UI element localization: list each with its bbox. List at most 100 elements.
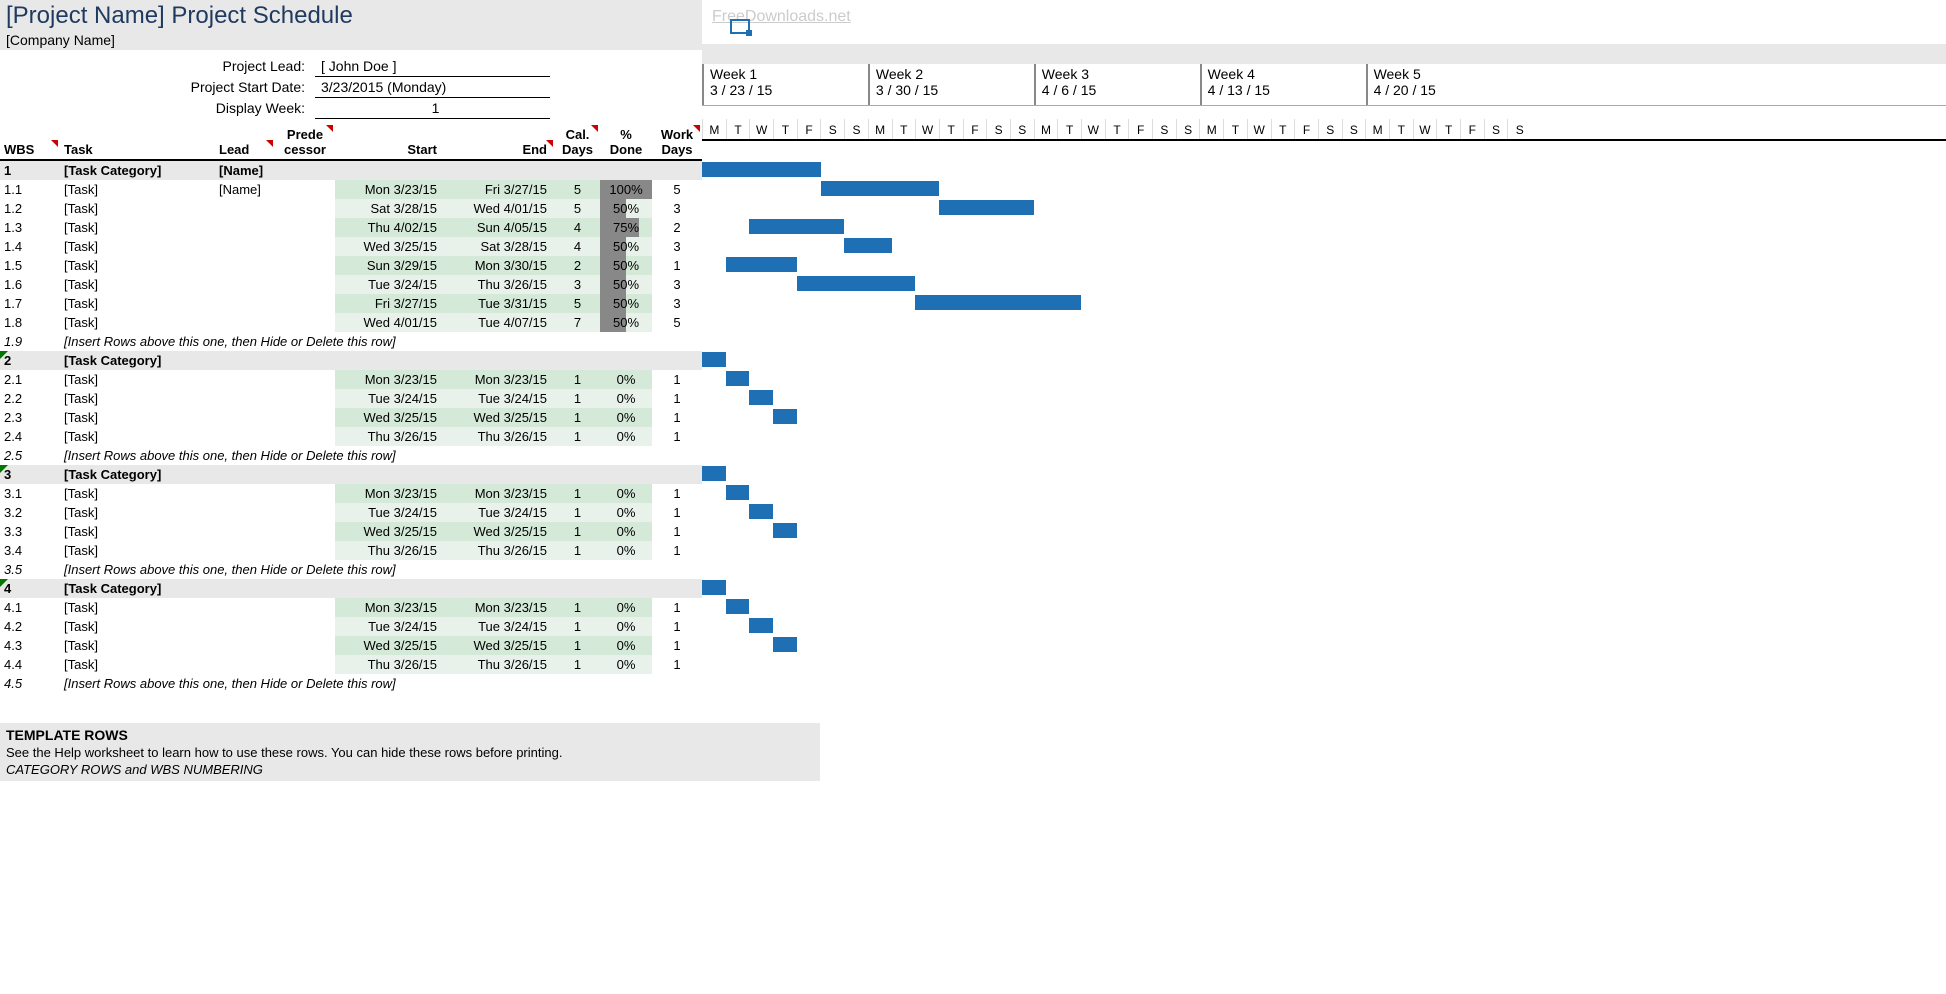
gantt-bar[interactable]: [939, 200, 1034, 215]
table-row[interactable]: 1.3[Task]Thu 4/02/15Sun 4/05/15475%2: [0, 218, 702, 237]
table-row[interactable]: 1.9[Insert Rows above this one, then Hid…: [0, 332, 702, 351]
project-title[interactable]: [Project Name] Project Schedule: [6, 2, 696, 30]
day-header[interactable]: M: [1365, 119, 1389, 139]
gantt-bar[interactable]: [749, 219, 844, 234]
day-header[interactable]: W: [1413, 119, 1437, 139]
gantt-bar[interactable]: [773, 523, 797, 538]
gantt-bar[interactable]: [702, 466, 726, 481]
day-header[interactable]: W: [1081, 119, 1105, 139]
col-pct-done[interactable]: %Done: [600, 125, 652, 159]
table-row[interactable]: 1.5[Task]Sun 3/29/15Mon 3/30/15250%1: [0, 256, 702, 275]
table-row[interactable]: 1.7[Task]Fri 3/27/15Tue 3/31/15550%3: [0, 294, 702, 313]
table-row[interactable]: 2[Task Category]: [0, 351, 702, 370]
table-row[interactable]: 4.4[Task]Thu 3/26/15Thu 3/26/1510%1: [0, 655, 702, 674]
week-header[interactable]: Week 13 / 23 / 15: [702, 64, 868, 105]
day-header[interactable]: S: [1176, 119, 1200, 139]
table-row[interactable]: 1.4[Task]Wed 3/25/15Sat 3/28/15450%3: [0, 237, 702, 256]
table-row[interactable]: 4.3[Task]Wed 3/25/15Wed 3/25/1510%1: [0, 636, 702, 655]
day-header[interactable]: F: [963, 119, 987, 139]
day-header[interactable]: S: [844, 119, 868, 139]
table-row[interactable]: 3.1[Task]Mon 3/23/15Mon 3/23/1510%1: [0, 484, 702, 503]
col-task[interactable]: Task: [60, 140, 215, 159]
gantt-bar[interactable]: [726, 599, 750, 614]
day-header[interactable]: W: [1247, 119, 1271, 139]
week-header[interactable]: Week 44 / 13 / 15: [1200, 64, 1366, 105]
week-header[interactable]: Week 23 / 30 / 15: [868, 64, 1034, 105]
day-header[interactable]: T: [1271, 119, 1295, 139]
col-wbs[interactable]: WBS: [0, 140, 60, 159]
day-header[interactable]: T: [1057, 119, 1081, 139]
table-row[interactable]: 4.5[Insert Rows above this one, then Hid…: [0, 674, 702, 693]
table-row[interactable]: 1.2[Task]Sat 3/28/15Wed 4/01/15550%3: [0, 199, 702, 218]
day-header[interactable]: S: [820, 119, 844, 139]
day-header[interactable]: T: [1105, 119, 1129, 139]
day-header[interactable]: M: [868, 119, 892, 139]
day-header[interactable]: F: [1294, 119, 1318, 139]
table-row[interactable]: 2.4[Task]Thu 3/26/15Thu 3/26/1510%1: [0, 427, 702, 446]
gantt-bar[interactable]: [702, 580, 726, 595]
day-header[interactable]: T: [726, 119, 750, 139]
table-row[interactable]: 1.6[Task]Tue 3/24/15Thu 3/26/15350%3: [0, 275, 702, 294]
gantt-bar[interactable]: [773, 409, 797, 424]
gantt-bar[interactable]: [726, 371, 750, 386]
col-start[interactable]: Start: [335, 140, 445, 159]
col-predecessor[interactable]: Predecessor: [275, 125, 335, 159]
day-header[interactable]: M: [1034, 119, 1058, 139]
table-row[interactable]: 2.3[Task]Wed 3/25/15Wed 3/25/1510%1: [0, 408, 702, 427]
table-row[interactable]: 4.2[Task]Tue 3/24/15Tue 3/24/1510%1: [0, 617, 702, 636]
table-row[interactable]: 1.8[Task]Wed 4/01/15Tue 4/07/15750%5: [0, 313, 702, 332]
gantt-bar[interactable]: [702, 352, 726, 367]
week-header[interactable]: Week 34 / 6 / 15: [1034, 64, 1200, 105]
gantt-bar[interactable]: [749, 504, 773, 519]
day-header[interactable]: S: [986, 119, 1010, 139]
table-row[interactable]: 1[Task Category][Name]: [0, 161, 702, 180]
lead-value[interactable]: [ John Doe ]: [315, 56, 550, 77]
gantt-bar[interactable]: [702, 162, 821, 177]
table-row[interactable]: 2.2[Task]Tue 3/24/15Tue 3/24/1510%1: [0, 389, 702, 408]
table-row[interactable]: 3.2[Task]Tue 3/24/15Tue 3/24/1510%1: [0, 503, 702, 522]
day-header[interactable]: M: [702, 119, 726, 139]
table-row[interactable]: 3.3[Task]Wed 3/25/15Wed 3/25/1510%1: [0, 522, 702, 541]
week-header[interactable]: Week 54 / 20 / 15: [1366, 64, 1532, 105]
table-row[interactable]: 2.1[Task]Mon 3/23/15Mon 3/23/1510%1: [0, 370, 702, 389]
gantt-bar[interactable]: [749, 618, 773, 633]
day-header[interactable]: T: [939, 119, 963, 139]
gantt-bar[interactable]: [726, 257, 797, 272]
start-date-value[interactable]: 3/23/2015 (Monday): [315, 77, 550, 98]
col-work-days[interactable]: WorkDays: [652, 125, 702, 159]
gantt-bar[interactable]: [773, 637, 797, 652]
day-header[interactable]: T: [892, 119, 916, 139]
col-lead[interactable]: Lead: [215, 140, 275, 159]
day-header[interactable]: S: [1152, 119, 1176, 139]
table-row[interactable]: 4.1[Task]Mon 3/23/15Mon 3/23/1510%1: [0, 598, 702, 617]
table-row[interactable]: 1.1[Task][Name]Mon 3/23/15Fri 3/27/15510…: [0, 180, 702, 199]
day-header[interactable]: S: [1318, 119, 1342, 139]
day-header[interactable]: S: [1342, 119, 1366, 139]
table-row[interactable]: 3[Task Category]: [0, 465, 702, 484]
day-header[interactable]: W: [915, 119, 939, 139]
day-header[interactable]: T: [773, 119, 797, 139]
table-row[interactable]: 4[Task Category]: [0, 579, 702, 598]
day-header[interactable]: S: [1507, 119, 1531, 139]
table-row[interactable]: 2.5[Insert Rows above this one, then Hid…: [0, 446, 702, 465]
day-header[interactable]: S: [1484, 119, 1508, 139]
day-header[interactable]: T: [1223, 119, 1247, 139]
gantt-bar[interactable]: [915, 295, 1081, 310]
day-header[interactable]: W: [749, 119, 773, 139]
col-end[interactable]: End: [445, 140, 555, 159]
gantt-bar[interactable]: [797, 276, 916, 291]
day-header[interactable]: F: [1460, 119, 1484, 139]
day-header[interactable]: F: [797, 119, 821, 139]
display-week-value[interactable]: 1: [315, 98, 550, 119]
day-header[interactable]: T: [1436, 119, 1460, 139]
col-cal-days[interactable]: Cal.Days: [555, 125, 600, 159]
gantt-bar[interactable]: [726, 485, 750, 500]
gantt-bar[interactable]: [749, 390, 773, 405]
gantt-bar[interactable]: [844, 238, 891, 253]
date-marker-icon[interactable]: [730, 19, 750, 34]
watermark-link[interactable]: FreeDownloads.net: [702, 8, 1946, 26]
day-header[interactable]: M: [1199, 119, 1223, 139]
table-row[interactable]: 3.4[Task]Thu 3/26/15Thu 3/26/1510%1: [0, 541, 702, 560]
day-header[interactable]: T: [1389, 119, 1413, 139]
table-row[interactable]: 3.5[Insert Rows above this one, then Hid…: [0, 560, 702, 579]
